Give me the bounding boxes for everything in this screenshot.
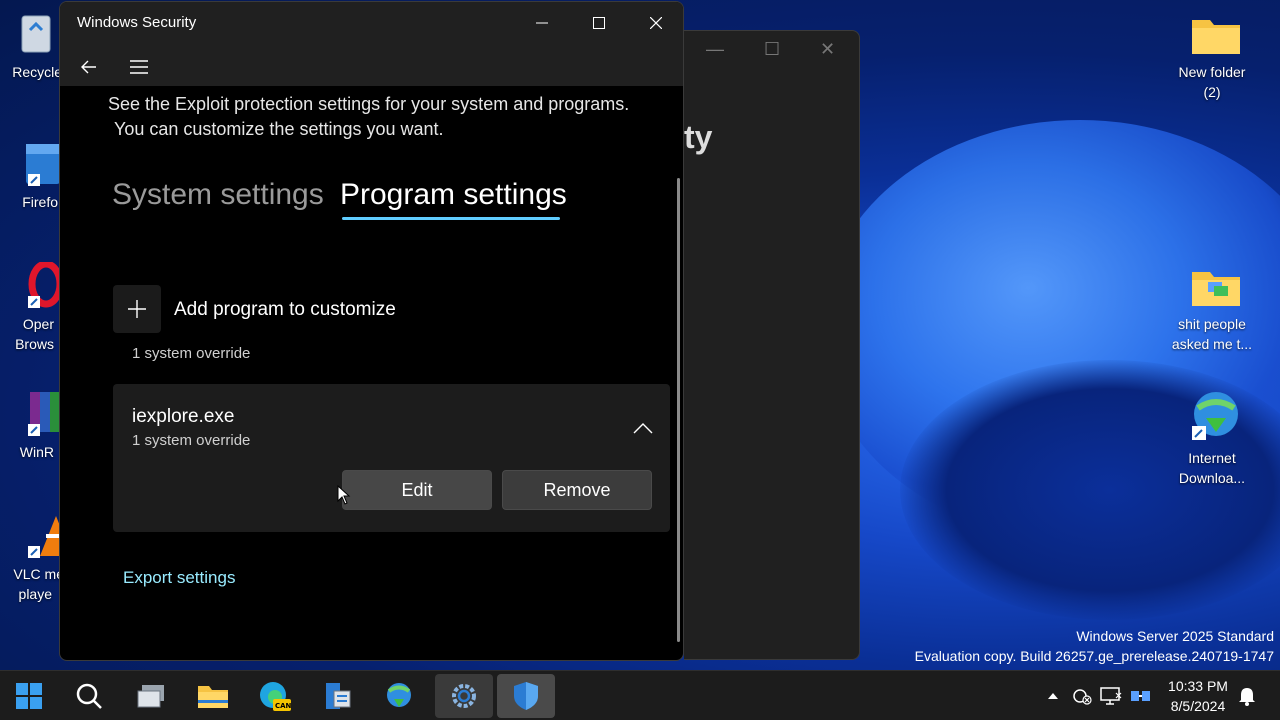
windows-security-icon [514,682,538,710]
clock-time: 10:33 PM [1168,678,1228,694]
file-explorer-button[interactable] [184,674,242,718]
idm-button[interactable] [370,674,428,718]
add-program-button[interactable] [113,285,161,333]
settings-icon [452,684,476,708]
program-name: iexplore.exe [132,406,235,427]
title-bar[interactable]: Windows Security [60,2,683,44]
task-view-icon [137,685,164,708]
edit-button[interactable]: Edit [342,470,492,510]
winrar-icon [12,390,60,438]
maximize-icon [592,17,605,29]
exploit-protection-content: See the Exploit protection settings for … [60,86,683,660]
add-program-label[interactable]: Add program to customize [174,299,396,321]
desktop-icon-label: New folder [1178,64,1246,80]
minimize-icon[interactable]: — [706,39,724,60]
system-override-count: 1 system override [132,345,251,362]
chevron-up-icon [633,423,653,434]
desktop-icon-label: (2) [1203,84,1221,100]
network-icon [1100,687,1122,705]
start-button[interactable] [0,674,58,718]
show-hidden-icons-button[interactable] [1042,686,1064,706]
desktop-icon-shit-people[interactable]: shit people asked me t... [1164,262,1260,354]
program-card-iexplore[interactable]: iexplore.exe 1 system override Edit Remo… [113,384,670,532]
close-icon [649,17,662,29]
tab-program-settings[interactable]: Program settings [340,178,567,212]
folder-icon [1188,10,1240,58]
settings-button[interactable] [435,674,493,718]
svg-text:CAN: CAN [275,702,291,710]
desktop-icon-label: asked me t... [1171,336,1253,352]
tray-network[interactable] [1100,686,1122,706]
export-settings-link[interactable]: Export settings [123,568,235,588]
taskbar: CAN 10:33 PM 8/5/2024 [0,670,1280,720]
scrollbar[interactable] [677,178,680,642]
desktop-icon-label: shit people [1178,316,1246,332]
chevron-up-icon [1048,693,1058,699]
background-window-title-fragment: ty [684,119,713,155]
desktop-icon-new-folder[interactable]: New folder (2) [1164,10,1260,102]
bell-icon [1239,688,1255,706]
start-icon [16,683,42,709]
plus-icon [128,300,146,318]
tab-system-settings[interactable]: System settings [112,178,324,212]
program-override-count: 1 system override [132,432,251,449]
maximize-button[interactable] [570,2,627,44]
idm-globe-icon [1182,388,1242,444]
watermark-line-1: Windows Server 2025 Standard [1076,628,1274,644]
vlc-icon [12,512,72,560]
desktop-icon-label: Internet [1188,450,1236,466]
idm-icon [387,683,411,707]
navigation-bar [60,44,683,86]
back-arrow-icon [81,60,96,74]
clock-date: 8/5/2024 [1170,698,1226,714]
sync-error-icon [1073,689,1092,705]
tray-sync-error[interactable] [1071,686,1093,706]
edge-icon: CAN [260,682,291,711]
intro-text: See the Exploit protection settings for … [108,92,668,142]
opera-icon [12,260,64,310]
watermark-line-2: Evaluation copy. Build 26257.ge_prerelea… [914,648,1274,664]
back-button[interactable] [69,52,109,82]
app-tray-icon [1131,691,1150,701]
close-button[interactable] [627,2,683,44]
remove-button[interactable]: Remove [502,470,652,510]
background-window[interactable]: — ☐ ✕ ty [684,30,860,660]
desktop-icon-internet-download-manager[interactable]: Internet Downloa... [1164,388,1260,488]
maximize-icon[interactable]: ☐ [764,39,780,60]
firefox-shortcut-icon [12,140,60,188]
windows-security-window[interactable]: Windows Security See the Exploit protect… [59,1,684,661]
search-button[interactable] [60,674,118,718]
recycle-bin-icon [12,10,60,58]
server-manager-button[interactable] [308,674,366,718]
task-view-button[interactable] [122,674,180,718]
file-explorer-icon [198,686,228,708]
edge-button[interactable]: CAN [246,674,304,718]
window-title: Windows Security [77,14,197,31]
intro-line-1: See the Exploit protection settings for … [108,94,630,114]
hamburger-menu-icon [130,60,148,74]
server-manager-icon [326,683,351,709]
collapse-button[interactable] [628,418,658,438]
search-icon [76,683,102,709]
windows-security-button[interactable] [497,674,555,718]
minimize-button[interactable] [513,2,570,44]
folder-icon [1188,262,1240,310]
menu-button[interactable] [119,52,159,82]
close-icon[interactable]: ✕ [820,39,835,60]
evaluation-watermark: Windows Server 2025 Standard Evaluation … [915,626,1274,666]
tray-app[interactable] [1130,686,1152,706]
desktop-icon-label: Downloa... [1178,470,1246,486]
minimize-icon [535,22,548,24]
intro-line-2: You can customize the settings you want. [114,119,444,139]
active-tab-indicator [342,217,560,220]
taskbar-clock[interactable]: 10:33 PM 8/5/2024 [1160,676,1236,716]
notifications-button[interactable] [1236,686,1258,706]
